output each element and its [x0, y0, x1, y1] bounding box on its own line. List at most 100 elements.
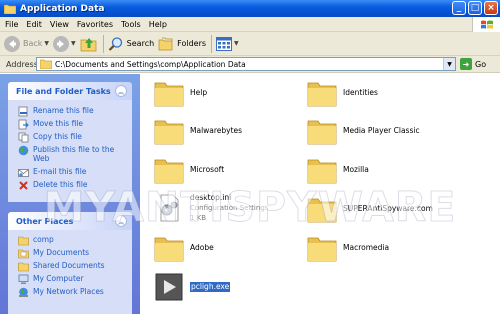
email-file-link[interactable]: E-mail this file	[18, 167, 86, 178]
file-name: Media Player Classic	[343, 126, 420, 135]
back-label: Back	[23, 39, 43, 48]
file-name: Microsoft	[190, 165, 225, 174]
file-name: pcligh.exe	[190, 282, 231, 292]
folder-icon	[307, 82, 337, 107]
folder-icon	[307, 120, 337, 145]
menu-file[interactable]: File	[5, 20, 18, 29]
file-name: Adobe	[190, 243, 214, 252]
file-name: Identities	[343, 88, 378, 97]
menu-favorites[interactable]: Favorites	[77, 20, 113, 29]
address-value: C:\Documents and Settings\comp\Applicati…	[55, 59, 246, 69]
toolbar-separator	[211, 34, 213, 53]
file-item-identities[interactable]: Identities	[307, 79, 378, 107]
back-button[interactable]: Back ▼	[4, 33, 49, 55]
other-places-panel: comp My Documents Shared Documents My Co…	[8, 230, 132, 314]
chevron-down-icon[interactable]: ▼	[71, 40, 76, 47]
copy-file-link[interactable]: Copy this file	[18, 132, 82, 143]
file-folder-tasks-title: File and Folder Tasks	[16, 86, 111, 96]
chevron-down-icon[interactable]: ▼	[443, 58, 455, 70]
views-button[interactable]: ▼	[216, 33, 239, 55]
chevron-down-icon[interactable]: ▼	[44, 40, 49, 47]
place-comp-label: comp	[33, 235, 54, 244]
task-pane: File and Folder Tasks ︽ Rename this file…	[0, 74, 140, 314]
move-file-label: Move this file	[33, 119, 83, 128]
back-arrow-icon	[4, 35, 20, 52]
file-item-media-player-classic[interactable]: Media Player Classic	[307, 117, 420, 145]
up-folder-button[interactable]	[80, 33, 98, 55]
file-item-microsoft[interactable]: Microsoft	[154, 156, 224, 184]
file-name: Malwarebytes	[190, 126, 243, 135]
chevron-down-icon[interactable]: ▼	[234, 40, 239, 47]
file-list-view[interactable]: Help Identities Malwarebytes Media Playe…	[140, 74, 500, 314]
forward-button[interactable]: ▼	[53, 33, 76, 55]
file-item-desktop-ini[interactable]: desktop.ini Configuration Settings 1 KB	[154, 193, 268, 223]
place-my-computer[interactable]: My Computer	[18, 274, 84, 285]
other-places-header[interactable]: Other Places ︽	[8, 212, 132, 230]
folders-icon	[158, 37, 173, 50]
file-folder-tasks-panel: Rename this file Move this file Copy thi…	[8, 100, 132, 202]
file-folder-tasks-header[interactable]: File and Folder Tasks ︽	[8, 82, 132, 100]
go-label: Go	[475, 59, 487, 69]
menu-help[interactable]: Help	[149, 20, 167, 29]
file-item-malwarebytes[interactable]: Malwarebytes	[154, 117, 242, 145]
folder-icon	[154, 82, 184, 107]
file-item-superantispyware[interactable]: SUPERAntiSpyware.com	[307, 195, 433, 223]
delete-file-link[interactable]: Delete this file	[18, 180, 88, 191]
folder-icon	[18, 262, 29, 272]
place-my-computer-label: My Computer	[33, 274, 84, 283]
file-item-macromedia[interactable]: Macromedia	[307, 234, 389, 262]
place-my-network-places-label: My Network Places	[33, 287, 104, 296]
minimize-button[interactable]: _	[452, 1, 466, 15]
other-places-title: Other Places	[16, 216, 74, 226]
search-button[interactable]: Search	[108, 33, 154, 55]
delete-file-label: Delete this file	[33, 180, 88, 189]
toolbar: Back ▼ ▼ Search Folders ▼	[0, 32, 500, 56]
place-my-documents-label: My Documents	[33, 248, 90, 257]
title-bar[interactable]: Application Data _ □ ×	[0, 0, 500, 17]
network-places-icon	[19, 287, 28, 297]
email-file-label: E-mail this file	[33, 167, 87, 176]
file-name: Help	[190, 88, 208, 97]
publish-file-label: Publish this file to the Web	[33, 145, 115, 163]
rename-icon	[18, 106, 28, 117]
address-bar: Address C:\Documents and Settings\comp\A…	[0, 56, 500, 73]
file-size: 1 KB	[190, 214, 207, 222]
file-item-help[interactable]: Help	[154, 79, 207, 107]
place-my-network-places[interactable]: My Network Places	[18, 287, 104, 298]
file-item-mozilla[interactable]: Mozilla	[307, 156, 369, 184]
folders-button[interactable]: Folders	[158, 33, 206, 55]
file-name: SUPERAntiSpyware.com	[343, 204, 433, 213]
move-file-link[interactable]: Move this file	[18, 119, 83, 130]
folder-icon	[154, 159, 184, 184]
place-comp[interactable]: comp	[18, 235, 54, 246]
address-label: Address	[6, 59, 38, 69]
file-name: Mozilla	[343, 165, 369, 174]
folder-icon	[4, 4, 16, 14]
folder-icon	[154, 120, 184, 145]
rename-file-link[interactable]: Rename this file	[18, 106, 94, 117]
folder-icon	[307, 198, 337, 223]
address-input[interactable]: C:\Documents and Settings\comp\Applicati…	[36, 57, 456, 71]
go-arrow-icon: ➜	[460, 58, 472, 70]
file-item-pcligh-exe[interactable]: pcligh.exe	[154, 272, 231, 302]
maximize-button[interactable]: □	[468, 1, 482, 15]
close-button[interactable]: ×	[484, 1, 498, 15]
place-shared-documents[interactable]: Shared Documents	[18, 261, 105, 272]
collapse-icon[interactable]: ︽	[115, 85, 127, 97]
up-folder-icon	[80, 37, 97, 51]
file-item-adobe[interactable]: Adobe	[154, 234, 214, 262]
menu-tools[interactable]: Tools	[121, 20, 141, 29]
folder-icon	[307, 237, 337, 262]
forward-arrow-icon	[53, 35, 70, 52]
go-button[interactable]: ➜ Go	[460, 58, 486, 70]
menu-view[interactable]: View	[50, 20, 69, 29]
windows-logo-icon	[472, 17, 500, 32]
menu-edit[interactable]: Edit	[26, 20, 42, 29]
file-name: desktop.ini	[190, 193, 232, 202]
collapse-icon[interactable]: ︽	[115, 215, 127, 227]
place-my-documents[interactable]: My Documents	[18, 248, 89, 259]
toolbar-separator	[102, 34, 104, 53]
publish-file-link[interactable]: Publish this file to the Web	[18, 145, 118, 163]
window-title: Application Data	[20, 3, 105, 14]
my-documents-icon	[18, 249, 29, 259]
